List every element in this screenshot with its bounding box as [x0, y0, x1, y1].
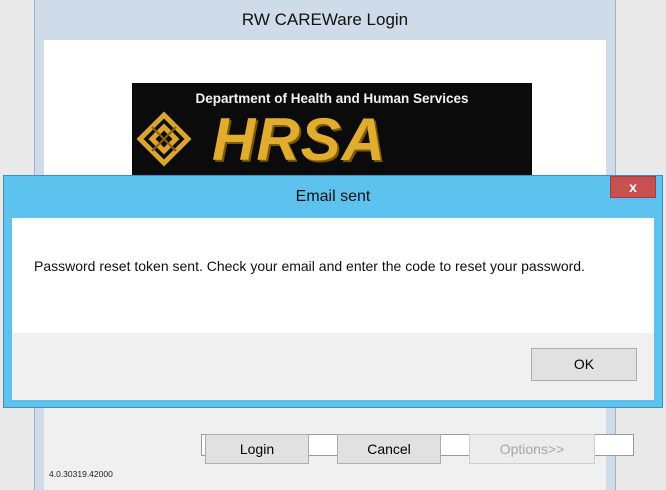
logo-department-text: Department of Health and Human Services — [195, 91, 469, 106]
close-button[interactable]: x — [610, 176, 656, 198]
dialog-message-area: Password reset token sent. Check your em… — [12, 218, 654, 333]
close-x-icon: x — [629, 179, 637, 195]
version-label: 4.0.30319.42000 — [49, 469, 113, 479]
login-window-title: RW CAREWare Login — [241, 10, 409, 29]
login-button[interactable]: Login — [205, 434, 309, 464]
dialog-body: Password reset token sent. Check your em… — [12, 218, 654, 400]
dialog-message: Password reset token sent. Check your em… — [34, 258, 585, 274]
options-button: Options>> — [469, 434, 595, 464]
ok-button[interactable]: OK — [531, 348, 637, 381]
cancel-button[interactable]: Cancel — [337, 434, 441, 464]
logo-agency-text: HRSA — [212, 106, 387, 173]
hrsa-knot-icon — [136, 111, 192, 167]
dialog-title: Email sent — [295, 188, 371, 205]
email-sent-dialog: Email sent x Password reset token sent. … — [3, 175, 663, 408]
